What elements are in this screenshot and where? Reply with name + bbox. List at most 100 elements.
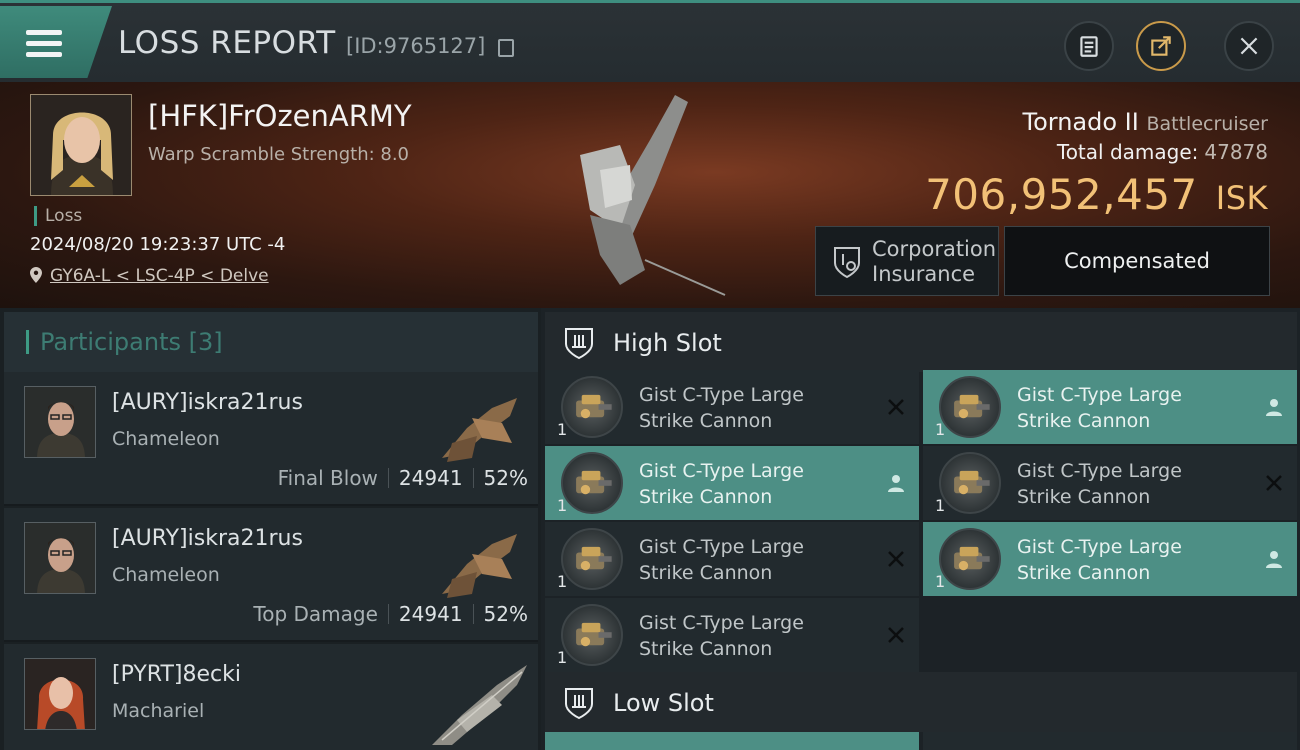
module-icon: [561, 452, 623, 514]
compensation-status[interactable]: Compensated: [1004, 226, 1270, 296]
module-name-line2: Strike Cannon: [639, 562, 773, 584]
low-slot-header: Low Slot: [545, 672, 1297, 732]
high-slot-icon: [565, 328, 593, 360]
participant-damage: 24941: [398, 602, 463, 626]
module-item[interactable]: 1 Gist C-Type Large Strike Cannon: [545, 522, 919, 596]
module-name-line2: Strike Cannon: [639, 486, 773, 508]
module-item[interactable]: 1 Gist C-Type Large Strike Cannon: [545, 370, 919, 444]
module-name-line1: Gist C-Type Large: [1017, 384, 1182, 406]
location-pin-icon: [30, 267, 42, 283]
module-icon: [939, 376, 1001, 438]
module-name: Gist C-Type Large Strike Cannon: [639, 458, 879, 510]
insurance-label-line2: Insurance: [872, 262, 976, 286]
divider: [387, 604, 389, 624]
close-button[interactable]: [1224, 21, 1274, 71]
module-name: Gist C-Type Large Strike Cannon: [1017, 382, 1257, 434]
module-name-line2: Strike Cannon: [639, 410, 773, 432]
module-name-line2: Strike Cannon: [1017, 486, 1151, 508]
fitting-panel: High Slot 1 Gist C-Type Large Strike Canno…: [541, 308, 1300, 750]
participant-row[interactable]: [AURY]iskra21rus Chameleon Final Blow 249…: [4, 372, 538, 506]
participants-header-accent: [26, 330, 29, 354]
module-name: Gist C-Type Large Strike Cannon: [1017, 534, 1257, 586]
participants-title-text: Participants: [40, 328, 181, 356]
module-quantity: 1: [557, 420, 568, 439]
module-icon: [561, 528, 623, 590]
person-icon: [888, 475, 904, 492]
insurance-label-line1: Corporation: [872, 237, 997, 261]
participant-stats: Final Blow 24941 52%: [278, 466, 528, 490]
participant-name[interactable]: [AURY]iskra21rus: [112, 526, 303, 551]
module-item[interactable]: 1 Gist C-Type Large Strike Cannon: [923, 370, 1297, 444]
victim-name[interactable]: [HFK]FrOzenARMY: [148, 99, 412, 133]
participant-name[interactable]: [AURY]iskra21rus: [112, 390, 303, 415]
module-name: Gist C-Type Large Strike Cannon: [639, 382, 879, 434]
corporation-insurance-button[interactable]: Corporation Insurance: [815, 226, 999, 296]
module-name-line1: Gist C-Type Large: [1017, 460, 1182, 482]
avatar[interactable]: [24, 386, 96, 458]
report-id: [ID:9765127]: [346, 34, 486, 58]
warp-scramble-strength: Warp Scramble Strength: 8.0: [148, 144, 410, 165]
module-name-line2: Strike Cannon: [1017, 410, 1151, 432]
module-item[interactable]: 1 Gist C-Type Large Strike Cannon: [545, 598, 919, 672]
low-slot-title: Low Slot: [613, 689, 714, 717]
victim-portrait[interactable]: [30, 94, 132, 196]
loss-tag: Loss: [34, 206, 82, 226]
module-item[interactable]: 1 Gist C-Type Large Strike Cannon: [923, 446, 1297, 520]
divider: [472, 604, 474, 624]
module-item[interactable]: 1 Gist C-Type Large Strike Cannon: [923, 522, 1297, 596]
person-icon: [1266, 551, 1282, 568]
clipboard-button[interactable]: [1064, 21, 1114, 71]
loss-summary: [HFK]FrOzenARMY Warp Scramble Strength: …: [0, 82, 1300, 308]
participants-count: [3]: [188, 328, 223, 356]
participant-ship: Chameleon: [112, 428, 220, 450]
module-item[interactable]: 1 Gist C-Type Large Strike Cannon: [545, 446, 919, 520]
location-link[interactable]: GY6A-L < LSC-4P < Delve: [30, 266, 269, 286]
avatar[interactable]: [24, 522, 96, 594]
high-slot-title: High Slot: [613, 329, 722, 357]
module-name-line2: Strike Cannon: [1017, 562, 1151, 584]
shield-insurance-icon: [834, 247, 860, 279]
close-icon: [1240, 37, 1258, 55]
share-button[interactable]: [1136, 21, 1186, 71]
copy-icon[interactable]: [498, 39, 514, 57]
participant-role: Top Damage: [253, 602, 378, 626]
participants-title: Participants [3]: [40, 328, 223, 356]
x-icon: [888, 551, 904, 567]
participant-percent: 52%: [483, 602, 528, 626]
clipboard-icon: [1080, 36, 1098, 57]
participant-name[interactable]: [PYRT]8ecki: [112, 662, 241, 687]
ship-name-text: Tornado II: [1022, 108, 1139, 136]
module-item[interactable]: [923, 732, 1297, 750]
total-damage-label: Total damage:: [1056, 140, 1199, 164]
total-damage: Total damage: 47878: [1057, 140, 1268, 164]
ship-name[interactable]: Tornado II Battlecruiser: [1022, 108, 1268, 136]
module-quantity: 1: [935, 572, 946, 591]
hamburger-icon[interactable]: [26, 30, 62, 58]
participants-header: Participants [3]: [4, 312, 538, 372]
page-title: LOSS REPORT: [118, 25, 336, 61]
divider: [472, 468, 474, 488]
participant-row[interactable]: [PYRT]8ecki Machariel: [4, 644, 538, 750]
loss-datetime: 2024/08/20 19:23:37 UTC -4: [30, 234, 286, 255]
participant-damage: 24941: [398, 466, 463, 490]
module-name-line1: Gist C-Type Large: [639, 612, 804, 634]
participant-ship-image: [432, 665, 527, 745]
menu-button[interactable]: [0, 6, 112, 78]
participant-row[interactable]: [AURY]iskra21rus Chameleon Top Damage 249…: [4, 508, 538, 642]
ship-class: Battlecruiser: [1146, 113, 1268, 135]
x-icon: [888, 399, 904, 415]
module-icon: [939, 452, 1001, 514]
module-quantity: 1: [935, 496, 946, 515]
insurance-label: Corporation Insurance: [872, 237, 996, 287]
x-icon: [1266, 475, 1282, 491]
share-icon: [1151, 36, 1171, 56]
location-text[interactable]: GY6A-L < LSC-4P < Delve: [50, 266, 269, 286]
isk-value: 706,952,457 ISK: [925, 170, 1268, 219]
module-quantity: 1: [935, 420, 946, 439]
module-quantity: 1: [557, 572, 568, 591]
isk-amount: 706,952,457: [925, 170, 1198, 219]
module-item[interactable]: [545, 732, 919, 750]
participant-ship-image: [442, 398, 517, 462]
participants-panel: Participants [3] [AURY]iskra21rus Chamel…: [0, 308, 541, 750]
avatar[interactable]: [24, 658, 96, 730]
